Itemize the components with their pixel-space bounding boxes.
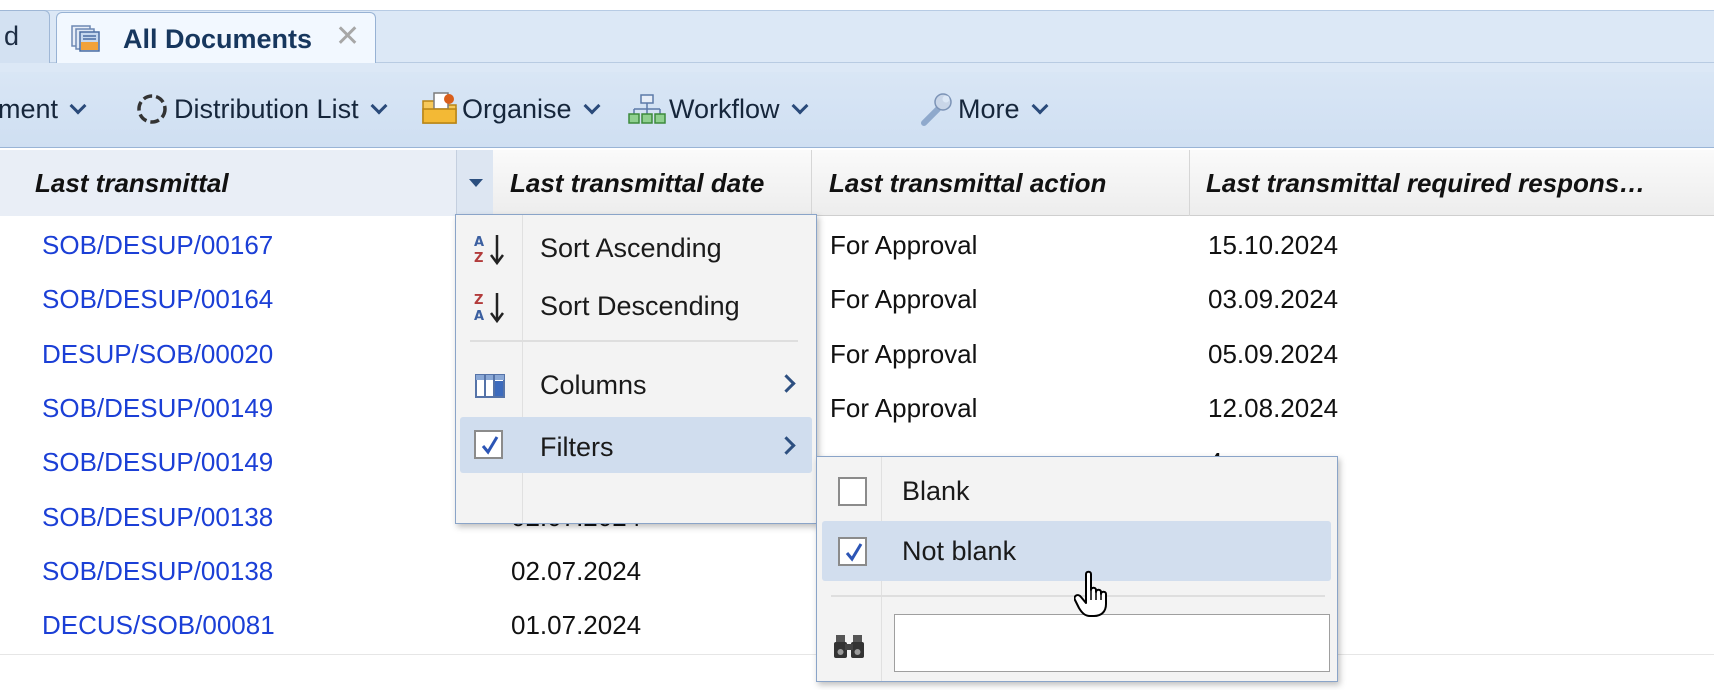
tab-all-documents[interactable]: All Documents ✕: [56, 12, 376, 63]
transmittal-action-cell: For Approval: [830, 393, 978, 423]
chevron-down-icon: [370, 97, 388, 115]
transmittal-link[interactable]: DESUP/SOB/00020: [0, 325, 493, 384]
required-response-cell: 12.08.2024: [1208, 393, 1339, 423]
required-response-cell: 03.09.2024: [1208, 284, 1339, 314]
menu-item-label: Sort Descending: [540, 291, 740, 321]
menu-item-filters[interactable]: Filters: [460, 417, 812, 473]
transmittal-date-cell: 01.07.2024: [511, 610, 642, 640]
column-header-required-response[interactable]: Last transmittal required respons…: [1190, 150, 1714, 216]
blank-checkbox[interactable]: [838, 477, 867, 506]
menu-item-columns[interactable]: Columns: [460, 355, 812, 413]
toolbar-distribution-list-menu[interactable]: Distribution List: [132, 86, 388, 132]
transmittal-action-cell: For Approval: [830, 284, 978, 314]
toolbar: ment Distribution List Organise Workflow…: [0, 72, 1714, 148]
chevron-right-icon: [777, 374, 796, 393]
documents-stack-icon: [71, 25, 100, 52]
transmittal-link[interactable]: SOB/DESUP/00149: [0, 433, 493, 492]
not-blank-checkbox[interactable]: [838, 537, 867, 566]
column-header-label: Last transmittal: [35, 168, 229, 198]
column-header-last-transmittal[interactable]: Last transmittal: [0, 150, 493, 216]
menu-item-label: Filters: [540, 432, 614, 462]
chevron-right-icon: [777, 436, 796, 455]
table-row[interactable]: SOB/DESUP/00149 For Approval 12.08.2024: [0, 379, 1714, 438]
table-row[interactable]: SOB/DESUP/00167 For Approval 15.10.2024: [0, 216, 1714, 275]
transmittal-link[interactable]: SOB/DESUP/00149: [0, 379, 493, 438]
filters-checkbox[interactable]: [474, 430, 503, 459]
chevron-down-icon: [583, 97, 601, 115]
tab-previous[interactable]: d: [0, 10, 50, 63]
wrench-icon: [921, 93, 952, 126]
toolbar-organise-menu[interactable]: Organise: [420, 86, 601, 132]
column-header-label: Last transmittal required respons…: [1206, 168, 1646, 198]
column-menu: A Z Sort Ascending Z A Sort Descending C…: [455, 214, 817, 524]
required-response-cell: 15.10.2024: [1208, 230, 1339, 260]
triangle-down-icon: [469, 179, 483, 187]
transmittal-link[interactable]: SOB/DESUP/00164: [0, 270, 493, 329]
workflow-icon: [628, 94, 666, 124]
transmittal-date-cell: 02.07.2024: [511, 556, 642, 586]
column-header-label: Last transmittal date: [510, 168, 765, 198]
svg-text:A: A: [474, 235, 484, 250]
toolbar-more-label: More: [958, 93, 1020, 124]
menu-separator: [470, 340, 798, 342]
transmittal-link[interactable]: DECUS/SOB/00081: [0, 596, 493, 655]
toolbar-more-menu[interactable]: More: [916, 86, 1049, 132]
toolbar-document-label: ment: [0, 93, 59, 124]
transmittal-action-cell: For Approval: [830, 230, 978, 260]
menu-separator: [831, 595, 1325, 597]
checkmark-icon: [481, 436, 499, 455]
toolbar-workflow-menu[interactable]: Workflow: [627, 86, 809, 132]
toolbar-workflow-label: Workflow: [669, 93, 780, 124]
svg-text:Z: Z: [474, 251, 483, 266]
column-header-last-transmittal-action[interactable]: Last transmittal action: [812, 150, 1190, 216]
svg-text:Z: Z: [474, 293, 483, 308]
sort-ascending-icon: A Z: [474, 235, 504, 266]
columns-icon: [475, 374, 505, 398]
sort-descending-icon: Z A: [474, 293, 504, 324]
folder-organise-icon: [422, 92, 457, 124]
toolbar-organise-label: Organise: [462, 93, 572, 124]
column-header-last-transmittal-date[interactable]: Last transmittal date: [493, 150, 812, 216]
chevron-down-icon: [1031, 97, 1049, 115]
tab-all-documents-label: All Documents: [123, 24, 313, 54]
table-row[interactable]: SOB/DESUP/00164 For Approval 03.09.2024: [0, 270, 1714, 329]
close-icon[interactable]: ✕: [335, 19, 360, 54]
toolbar-distribution-list-label: Distribution List: [174, 93, 359, 124]
menu-item-sort-ascending[interactable]: A Z Sort Ascending: [460, 218, 812, 276]
menu-item-label: Sort Ascending: [540, 233, 722, 263]
transmittal-link[interactable]: SOB/DESUP/00138: [0, 542, 493, 601]
app-window: d All Documents ✕ ment Distribution List…: [0, 0, 1714, 690]
menu-item-sort-descending[interactable]: Z A Sort Descending: [460, 276, 812, 334]
filter-option-label: Not blank: [902, 536, 1017, 566]
svg-text:A: A: [474, 309, 484, 324]
chevron-down-icon: [69, 97, 87, 115]
column-header-label: Last transmittal action: [829, 168, 1107, 198]
filter-option-label: Blank: [902, 476, 970, 506]
filter-search-input[interactable]: [894, 614, 1330, 672]
distribution-list-icon: [137, 94, 167, 124]
grid-header: Last transmittal Last transmittal date L…: [0, 150, 1714, 216]
transmittal-action-cell: For Approval: [830, 339, 978, 369]
toolbar-document-menu[interactable]: ment: [0, 86, 87, 132]
filter-option-not-blank[interactable]: Not blank: [822, 521, 1331, 581]
chevron-down-icon: [791, 97, 809, 115]
tab-previous-label: d: [4, 21, 20, 51]
column-menu-trigger[interactable]: [456, 150, 493, 216]
menu-item-label: Columns: [540, 370, 647, 400]
filter-option-blank[interactable]: Blank: [822, 461, 1331, 521]
checkmark-icon: [845, 543, 863, 562]
filters-submenu: Blank Not blank: [816, 456, 1338, 682]
transmittal-link[interactable]: SOB/DESUP/00167: [0, 216, 493, 275]
tab-strip: d All Documents ✕: [0, 0, 1714, 72]
table-row[interactable]: DESUP/SOB/00020 For Approval 05.09.2024: [0, 325, 1714, 384]
transmittal-link[interactable]: SOB/DESUP/00138: [0, 488, 493, 547]
required-response-cell: 05.09.2024: [1208, 339, 1339, 369]
binoculars-icon: [834, 635, 864, 658]
